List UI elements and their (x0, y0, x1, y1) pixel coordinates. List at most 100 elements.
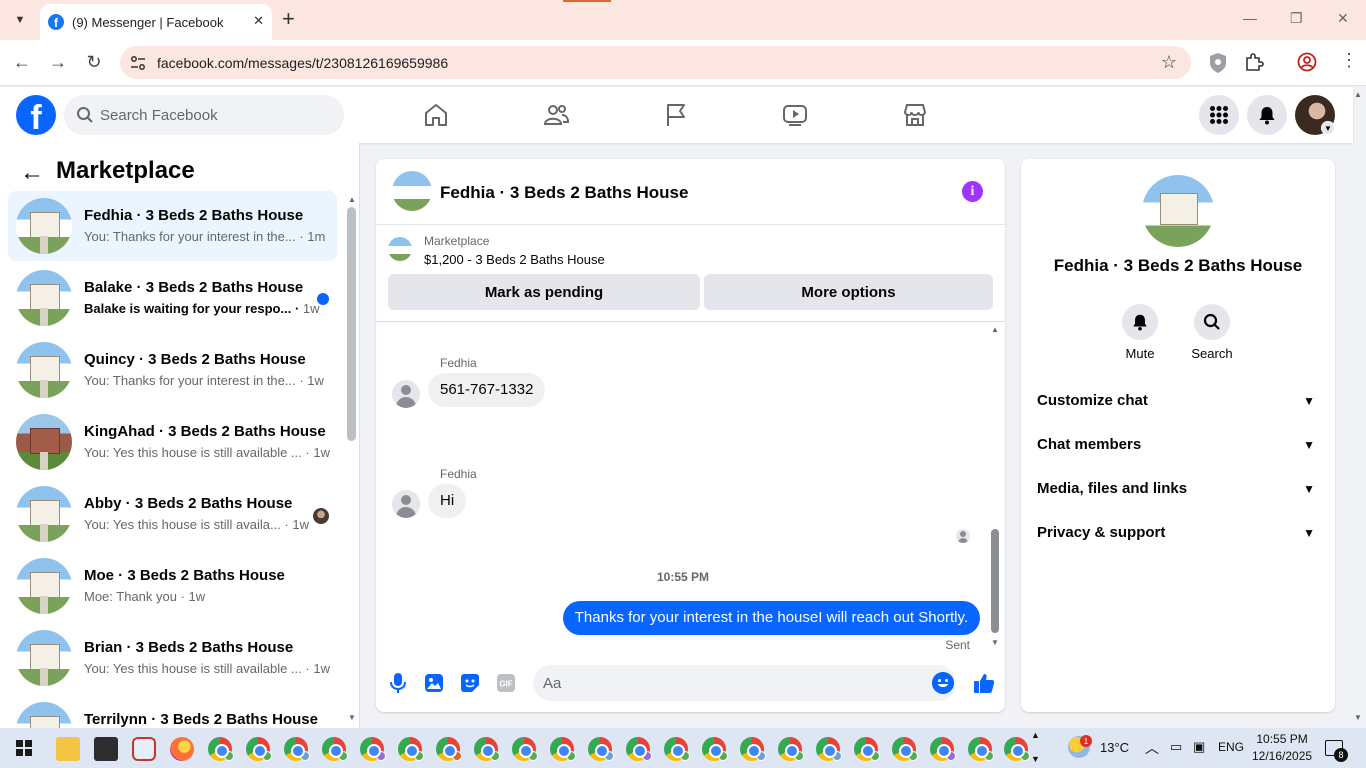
browser-tab[interactable]: f (9) Messenger | Facebook ✕ (40, 4, 272, 40)
conversation-item[interactable]: Terrilynn · 3 Beds 2 Baths House (8, 695, 337, 728)
page-scroll-down-arrow[interactable]: ▼ (1354, 713, 1362, 722)
chrome-profile-icon[interactable] (702, 737, 728, 761)
chrome-profile-icon[interactable] (322, 737, 348, 761)
back-arrow-icon[interactable]: ← (20, 159, 44, 187)
list-scrollbar-thumb[interactable] (347, 207, 356, 441)
microphone-icon[interactable] (386, 671, 410, 695)
conversation-item[interactable]: Moe · 3 Beds 2 Baths House Moe: Thank yo… (8, 551, 337, 621)
chat-scrollbar-thumb[interactable] (991, 529, 999, 633)
network-icon[interactable]: ▣ (1193, 739, 1205, 755)
emoji-icon[interactable] (932, 672, 954, 694)
chrome-profile-icon[interactable] (436, 737, 462, 761)
chrome-profile-icon[interactable] (740, 737, 766, 761)
video-icon[interactable] (781, 101, 809, 129)
home-icon[interactable] (422, 101, 450, 129)
menu-grid-button[interactable] (1199, 95, 1239, 135)
conversation-item[interactable]: Quincy · 3 Beds 2 Baths House You: Thank… (8, 335, 337, 405)
friends-icon[interactable] (542, 101, 570, 129)
address-bar[interactable]: facebook.com/messages/t/2308126169659986… (120, 46, 1191, 79)
chrome-profile-icon[interactable] (854, 737, 880, 761)
thumbs-up-icon[interactable] (972, 671, 996, 695)
chat-scroll-up-arrow[interactable]: ▲ (991, 325, 999, 334)
info-icon[interactable]: i (962, 181, 983, 202)
message-input[interactable] (533, 665, 956, 701)
tab-close-icon[interactable]: ✕ (253, 13, 264, 29)
notifications-button[interactable] (1247, 95, 1287, 135)
sender-avatar[interactable] (392, 490, 420, 518)
outgoing-message[interactable]: Thanks for your interest in the houseI w… (562, 601, 980, 635)
search-input[interactable] (100, 95, 330, 135)
chrome-profile-icon[interactable] (512, 737, 538, 761)
conversation-item[interactable]: Abby · 3 Beds 2 Baths House You: Yes thi… (8, 479, 337, 549)
gif-icon[interactable]: GIF (494, 671, 518, 695)
minimize-icon[interactable]: — (1243, 10, 1257, 26)
chrome-profile-icon[interactable] (626, 737, 652, 761)
chrome-profile-icon[interactable] (816, 737, 842, 761)
chrome-profile-icon[interactable] (474, 737, 500, 761)
new-tab-icon[interactable]: + (282, 8, 295, 30)
taskbar-scroll-down[interactable]: ▼ (1031, 754, 1040, 764)
chat-scroll-down-arrow[interactable]: ▼ (991, 638, 999, 647)
facebook-search[interactable] (64, 95, 344, 135)
extensions-puzzle-icon[interactable] (1244, 52, 1264, 72)
close-window-icon[interactable]: ✕ (1337, 10, 1349, 27)
sender-avatar[interactable] (392, 380, 420, 408)
show-hidden-icons-chevron-icon[interactable]: ︿ (1145, 738, 1159, 758)
facebook-logo[interactable]: f (16, 95, 56, 135)
chrome-profile-icon[interactable] (930, 737, 956, 761)
chrome-profile-icon[interactable] (968, 737, 994, 761)
list-scroll-down-arrow[interactable]: ▼ (348, 713, 356, 722)
chrome-profile-icon[interactable] (550, 737, 576, 761)
site-info-icon[interactable] (129, 54, 147, 72)
taskbar-scroll-up[interactable]: ▲ (1031, 730, 1040, 740)
chat-avatar[interactable] (392, 171, 432, 211)
back-icon[interactable]: ← (10, 52, 34, 73)
chrome-profile-icon[interactable] (664, 737, 690, 761)
conversation-item[interactable]: Fedhia · 3 Beds 2 Baths House You: Thank… (8, 191, 337, 261)
profile-icon[interactable] (1297, 52, 1317, 72)
chrome-profile-icon[interactable] (284, 737, 310, 761)
photo-icon[interactable] (422, 671, 446, 695)
list-scroll-up-arrow[interactable]: ▲ (348, 195, 356, 204)
reload-icon[interactable]: ↻ (82, 52, 106, 73)
chrome-profile-icon[interactable] (246, 737, 272, 761)
conversation-item[interactable]: KingAhad · 3 Beds 2 Baths House You: Yes… (8, 407, 337, 477)
app-icon[interactable] (132, 737, 156, 761)
firefox-icon[interactable] (170, 737, 194, 761)
chrome-profile-icon[interactable] (360, 737, 386, 761)
marketplace-icon[interactable] (901, 101, 929, 129)
chat-members-row[interactable]: Chat members ▼ (1037, 436, 1319, 460)
listing-title[interactable]: $1,200 - 3 Beds 2 Baths House (424, 252, 605, 267)
forward-icon[interactable]: → (46, 52, 70, 73)
chrome-profile-icon[interactable] (892, 737, 918, 761)
chrome-profile-icon[interactable] (1004, 737, 1030, 761)
chrome-profile-icon[interactable] (398, 737, 424, 761)
page-scroll-up-arrow[interactable]: ▲ (1354, 90, 1362, 99)
chrome-profile-icon[interactable] (778, 737, 804, 761)
privacy-support-row[interactable]: Privacy & support ▼ (1037, 524, 1319, 548)
pages-flag-icon[interactable] (662, 101, 690, 129)
file-explorer-icon[interactable] (56, 737, 80, 761)
conversation-item[interactable]: Balake · 3 Beds 2 Baths House Balake is … (8, 263, 337, 333)
more-options-button[interactable]: More options (704, 274, 993, 310)
account-chevron-down-icon[interactable]: ▼ (1321, 121, 1335, 135)
sticky-app-icon[interactable] (94, 737, 118, 761)
conversation-item[interactable]: Brian · 3 Beds 2 Baths House You: Yes th… (8, 623, 337, 693)
sticker-icon[interactable] (458, 671, 482, 695)
shield-extension-icon[interactable] (1208, 52, 1228, 74)
media-files-links-row[interactable]: Media, files and links ▼ (1037, 480, 1319, 504)
windows-start-icon[interactable] (16, 740, 32, 756)
customize-chat-row[interactable]: Customize chat ▼ (1037, 392, 1319, 416)
system-clock[interactable]: 10:55 PM 12/16/2025 (1252, 731, 1312, 765)
restore-icon[interactable]: ❐ (1290, 10, 1303, 27)
browser-menu-icon[interactable]: ⋮ (1340, 50, 1358, 71)
tab-search-chevron-icon[interactable]: ▼ (8, 8, 32, 32)
bookmark-star-icon[interactable]: ☆ (1161, 52, 1177, 73)
language-indicator[interactable]: ENG (1218, 740, 1244, 754)
meet-camera-icon[interactable]: ▭ (1170, 739, 1182, 755)
temperature[interactable]: 13°C (1100, 740, 1129, 755)
mark-as-pending-button[interactable]: Mark as pending (388, 274, 700, 310)
search-conversation-button[interactable]: Search (1182, 304, 1242, 361)
chrome-profile-icon[interactable] (208, 737, 234, 761)
incoming-message[interactable]: 561-767-1332 (428, 373, 546, 407)
